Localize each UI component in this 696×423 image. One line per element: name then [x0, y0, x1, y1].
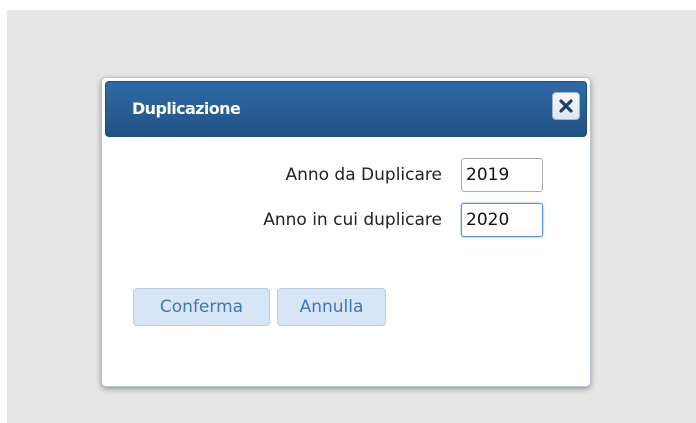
- duplicazione-dialog: Duplicazione Anno da Duplicare Anno in c…: [101, 77, 591, 387]
- field-row-anno-da-duplicare: Anno da Duplicare: [102, 158, 590, 194]
- field-row-anno-in-cui-duplicare: Anno in cui duplicare: [102, 203, 590, 239]
- anno-da-duplicare-input[interactable]: [461, 158, 543, 192]
- page-backdrop: Duplicazione Anno da Duplicare Anno in c…: [7, 10, 696, 423]
- dialog-titlebar[interactable]: Duplicazione: [105, 81, 587, 137]
- anno-da-duplicare-label: Anno da Duplicare: [285, 165, 442, 185]
- close-button[interactable]: [552, 92, 580, 120]
- dialog-title: Duplicazione: [132, 99, 241, 118]
- conferma-button[interactable]: Conferma: [133, 288, 270, 326]
- anno-in-cui-duplicare-label: Anno in cui duplicare: [263, 210, 442, 230]
- anno-in-cui-duplicare-input[interactable]: [461, 203, 543, 237]
- annulla-button[interactable]: Annulla: [277, 288, 386, 326]
- close-icon: [559, 99, 573, 113]
